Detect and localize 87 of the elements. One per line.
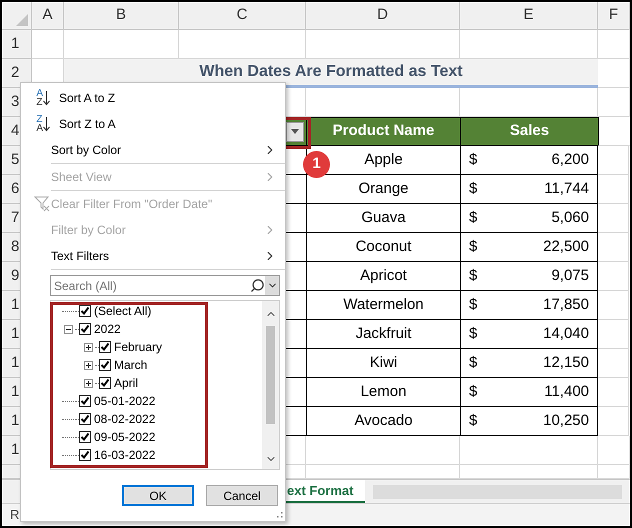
currency-symbol: $ [469,178,478,199]
column-header: F [598,2,630,30]
table-cell: Kiwi [306,349,460,378]
currency-symbol: $ [469,150,478,170]
grid-cell [598,320,629,349]
column-header: A [32,2,64,30]
column-header: E [460,2,598,30]
checkbox[interactable] [99,377,111,389]
filter-value[interactable]: February [114,338,162,356]
corner-triangle-icon [16,14,28,26]
expand-icon[interactable] [84,342,92,352]
checkbox[interactable] [99,341,111,353]
grid-cell [598,88,630,117]
currency-symbol: $ [469,236,478,257]
filter-value[interactable]: 2022 [94,320,121,338]
sheet-tab[interactable]: ext Format [285,480,365,503]
filter-value[interactable]: 16-03-2022 [94,446,156,464]
checkbox[interactable] [99,359,111,371]
scrollbar-thumb[interactable] [266,326,275,424]
column-header: B [64,2,179,30]
resize-grip-icon[interactable] [275,511,283,519]
table-cell: Lemon [306,378,460,407]
row-header: 1 [2,30,32,59]
currency-symbol: $ [469,266,478,286]
filter-value[interactable]: 08-02-2022 [94,410,156,428]
filter-value[interactable]: (Select All) [94,302,152,320]
currency-symbol: $ [469,352,478,373]
grid-cell [598,146,629,175]
grid-cell [598,349,629,378]
amount: 17,850 [543,294,589,315]
grid-cell [598,30,630,59]
checkbox[interactable] [79,449,91,461]
checkbox[interactable] [79,413,91,425]
caret-icon [291,129,299,134]
collapse-icon[interactable] [64,324,72,334]
grid-cell [598,233,629,262]
table-cell: Guava [306,204,460,233]
amount: 9,075 [551,266,589,286]
grid-cell [598,378,629,407]
currency-symbol: $ [469,324,478,344]
grid-cell [598,436,630,465]
checkbox[interactable] [79,431,91,443]
checkbox[interactable] [79,305,91,317]
currency-symbol: $ [469,294,478,315]
grid-cell [598,291,629,320]
currency-symbol: $ [469,410,478,431]
amount: 10,250 [543,410,589,431]
step-badge: 1 [303,151,330,178]
table-cell: Watermelon [306,291,460,320]
sheet-title: When Dates Are Formatted as Text [64,59,598,88]
clear-filter-icon [34,196,50,212]
amount: 11,400 [544,382,589,402]
table-cell: Jackfruit [306,320,460,349]
grid-cell [598,407,629,436]
expand-icon[interactable] [84,360,92,370]
table-cell: Avocado [306,407,460,436]
amount: 5,060 [551,208,589,228]
currency-symbol: $ [469,382,478,402]
filter-value[interactable]: 05-01-2022 [94,392,156,410]
grid-cell [598,175,629,204]
amount: 14,040 [543,324,589,344]
table-cell: Coconut [306,233,460,262]
checkbox[interactable] [79,395,91,407]
amount: 11,744 [544,178,589,199]
amount: 12,150 [543,352,589,373]
column-heading: Product Name [306,117,460,146]
currency-symbol: $ [469,208,478,228]
expand-icon[interactable] [84,378,92,388]
grid-cell [598,59,630,88]
list-scrollbar[interactable] [262,301,279,469]
table-cell: Apricot [306,262,460,291]
grid-cell [598,117,630,146]
checkbox[interactable] [79,323,91,335]
cancel-button[interactable]: Cancel [206,485,278,506]
ok-button[interactable]: OK [122,485,194,506]
grid-cell [598,262,629,291]
column-heading: Sales [460,117,598,146]
grid-cell [598,204,629,233]
amount: 6,200 [551,150,589,170]
filter-value[interactable]: April [114,374,138,392]
column-header: D [306,2,460,30]
column-header: C [179,2,306,30]
filter-dropdown-button[interactable] [286,122,304,142]
amount: 22,500 [543,236,589,257]
filter-value[interactable]: 09-05-2022 [94,428,156,446]
row-header: 2 [2,59,32,88]
filter-value[interactable]: March [114,356,148,374]
